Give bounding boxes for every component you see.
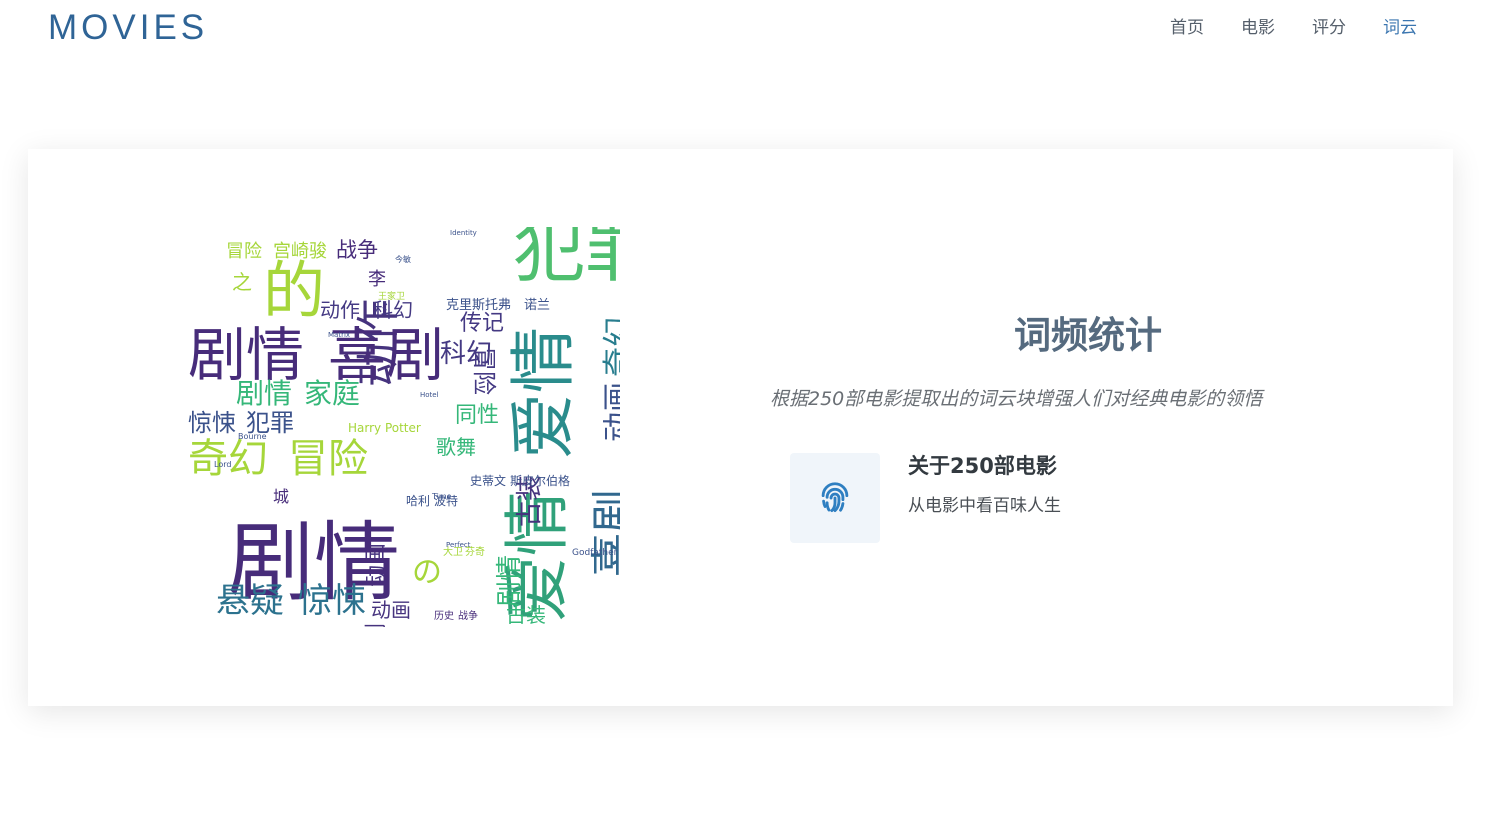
word-fantasy-vertical: 奇幻 [601,317,620,377]
word-animation-small: 动画 [371,598,411,622]
word-war-small: 战争 [458,609,478,622]
word-thriller-mid: 惊悚 [188,409,236,437]
word-scifi: 科幻 [440,339,492,369]
word-matrix: Matrix [328,331,350,339]
word-homosexual: 同性 [455,403,499,428]
word-de: 的 [263,254,325,327]
nav-item-home[interactable]: 首页 [1170,16,1204,40]
word-costume: 古装 [506,603,546,627]
word-crime: 犯罪 [513,227,620,292]
word-hotel: Hotel [420,391,439,399]
word-comedy-small-vertical: 喜剧 [364,623,389,627]
word-harry: 哈利 [406,494,430,508]
word-adventure-small: 冒险 [226,241,262,262]
word-nolan-first: 克里斯托弗 [446,298,511,313]
word-miyazaki: 宫崎骏 [273,241,327,262]
word-comedy-vertical: 喜剧 [588,489,620,577]
word-time: Time [431,492,452,501]
word-no: の [412,555,442,590]
word-musical: 歌舞 [436,435,476,459]
navbar: MOVIES 首页 电影 评分 词云 [0,0,1493,56]
word-romance-2: 爱情 [505,327,582,459]
word-drama-mid: 剧情 [236,377,292,410]
word-lord: Lord [214,460,231,469]
word-zhi: 之 [232,270,252,294]
word-wong-kar-wai: 王家卫 [378,290,405,302]
nav-item-movies[interactable]: 电影 [1241,16,1275,40]
word-animation-vertical: 动画 [601,382,620,442]
word-kon-satoshi: 今敏 [395,254,411,264]
nav-menu: 首页 电影 评分 词云 [1170,16,1417,40]
word-thriller: 惊悚 [298,581,366,621]
section-subtitle: 根据250部电影提取出的词云块增强人们对经典电影的领悟 [770,388,1263,410]
fingerprint-icon [821,482,849,513]
wordcloud-image: 爱情 爱情 喜剧 动作 动画 奇幻 剧情 古装 动画 喜剧 音乐 冒险 犯罪 的… [188,227,620,627]
word-adventure: 冒险 [288,436,368,482]
word-mystery: 悬疑 [216,581,284,621]
word-war: 战争 [336,238,378,262]
word-identity: Identity [450,229,477,237]
word-spielberg: 斯皮尔伯格 [510,473,570,488]
wordcloud-svg: 爱情 爱情 喜剧 动作 动画 奇幻 剧情 古装 动画 喜剧 音乐 冒险 犯罪 的… [188,227,620,627]
word-li: 李 [368,269,386,290]
word-bourne: Bourne [238,432,267,441]
word-harry-potter: Harry Potter [348,421,421,435]
word-history: 历史 [434,610,454,622]
word-biography: 传记 [460,311,504,336]
word-perfect: Perfect [446,541,471,549]
nav-item-wordcloud[interactable]: 词云 [1383,16,1417,40]
feature-description: 从电影中看百味人生 [908,496,1061,516]
word-city: 城 [273,487,289,506]
word-fantasy: 奇幻 [188,436,268,482]
nav-item-ratings[interactable]: 评分 [1312,16,1346,40]
brand-logo[interactable]: MOVIES [48,8,208,48]
word-godfather: Godfather [572,548,618,558]
feature-icon-box [790,453,880,543]
word-family: 家庭 [304,377,360,410]
section-title: 词频统计 [1014,314,1162,357]
word-drama-vertical: 剧情 [495,555,525,607]
word-nolan: 诺兰 [524,298,550,313]
word-action-small: 动作 [320,298,360,322]
wordcloud-card: 爱情 爱情 喜剧 动作 动画 奇幻 剧情 古装 动画 喜剧 音乐 冒险 犯罪 的… [28,149,1453,706]
feature-title: 关于250部电影 [908,454,1057,478]
word-spielberg-first: 史蒂文 [470,473,506,488]
